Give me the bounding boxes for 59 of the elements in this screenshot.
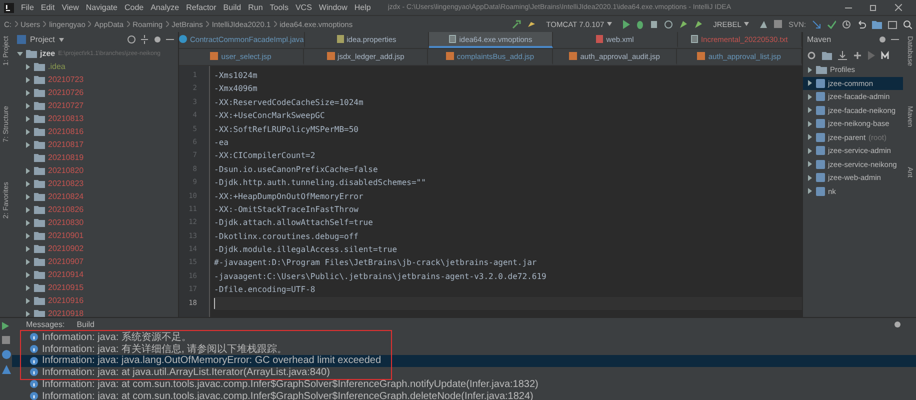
tree-item[interactable]: 20210726	[48, 88, 84, 97]
tree-item[interactable]: 20210823	[48, 179, 84, 188]
tree-item[interactable]: 20210819	[48, 153, 84, 162]
code-line: -javaagent:C:\Users\Public\.jetbrains\jetbrains-agent-v3.2.0.de72.619	[214, 272, 546, 281]
panel-title: Maven	[807, 35, 832, 44]
menu-item[interactable]: Refactor	[186, 3, 216, 12]
menu-item[interactable]: File	[21, 3, 34, 12]
tree-item[interactable]: 20210820	[48, 166, 84, 175]
tree-item[interactable]: 20210727	[48, 101, 84, 110]
menu-item[interactable]: Help	[354, 3, 371, 12]
tree-item[interactable]: 20210901	[48, 231, 84, 240]
menu-item[interactable]: Navigate	[86, 3, 118, 12]
menu-item[interactable]: Tools	[270, 3, 288, 12]
code-line: -XX:ReservedCodeCacheSize=1024m	[214, 98, 364, 107]
code-line: #-javaagent:D:\Program Files\JetBrains\jb-crack\jetbrains-agent.jar	[214, 258, 537, 268]
message-text[interactable]: Information: java: 有关详细信息, 请参阅以下堆栈跟踪。	[42, 342, 288, 356]
tree-item[interactable]: 20210813	[48, 114, 84, 123]
code-line: -XX:SoftRefLRUPolicyMSPerMB=50	[214, 124, 358, 134]
panel-title[interactable]: Project	[30, 35, 55, 44]
tree-item[interactable]: 20210916	[48, 296, 84, 305]
tree-item[interactable]: 20210830	[48, 218, 84, 227]
tree-item[interactable]: 20210817	[48, 140, 84, 149]
tree-item[interactable]: 20210918	[48, 309, 84, 317]
message-text[interactable]: Information: java: at com.sun.tools.javac.comp.Infer$GraphSolver$InferenceGraph.notifyUpdate(Infer.java:1832)	[42, 378, 538, 390]
tree-item[interactable]: 20210907	[48, 257, 84, 266]
code-line: -Dkotlinx.coroutines.debug=off	[214, 232, 358, 241]
panel-title: Messages:	[26, 320, 65, 329]
menu-item[interactable]: Code	[124, 3, 144, 12]
tree-item[interactable]: .idea	[48, 62, 66, 71]
tree-item[interactable]: 20210826	[48, 205, 84, 214]
code-line: -XX:+HeapDumpOnOutOfMemoryError	[214, 192, 364, 201]
code-line: -Djdk.http.auth.tunneling.disabledSchemes=""	[214, 178, 426, 188]
code-line: -Djdk.attach.allowAttachSelf=true	[214, 218, 373, 228]
tree-item[interactable]: 20210824	[48, 192, 84, 201]
menu-item[interactable]: Window	[318, 3, 348, 12]
code-line: -Xms1024m	[214, 71, 258, 80]
menu-item[interactable]: Analyze	[150, 3, 180, 12]
tree-item[interactable]: jzee	[40, 49, 56, 58]
menu-item[interactable]: Edit	[40, 3, 55, 12]
code-line: -XX:+UseConcMarkSweepGC	[214, 111, 325, 120]
tree-item[interactable]: 20210914	[48, 270, 84, 279]
message-text[interactable]: Information: java: at java.util.ArrayList.Iterator(ArrayList.java:840)	[42, 366, 330, 378]
tree-item[interactable]: 20210902	[48, 244, 84, 253]
menu-item[interactable]: Build	[223, 3, 242, 12]
code-line: -Djdk.module.illegalAccess.silent=true	[214, 245, 398, 254]
code-line: -Xmx4096m	[214, 84, 258, 94]
menu-item[interactable]: View	[62, 3, 79, 12]
message-text[interactable]: Information: java: 系统资源不足。	[42, 330, 192, 344]
tree-item[interactable]: 20210915	[48, 283, 84, 292]
code-line: -Dsun.io.useCanonPrefixCache=false	[214, 164, 378, 174]
code-line: -XX:CICompilerCount=2	[214, 151, 316, 160]
menu-item[interactable]: VCS	[295, 3, 312, 12]
code-line: -XX:-OmitStackTraceInFastThrow	[214, 204, 358, 214]
tree-item[interactable]: 20210723	[48, 75, 84, 84]
code-line: -Dfile.encoding=UTF-8	[214, 285, 316, 294]
menu-item[interactable]: Run	[248, 3, 263, 12]
code-line: -ea	[214, 138, 228, 147]
build-tab[interactable]: Build	[76, 320, 94, 329]
tree-item[interactable]: 20210816	[48, 127, 84, 136]
